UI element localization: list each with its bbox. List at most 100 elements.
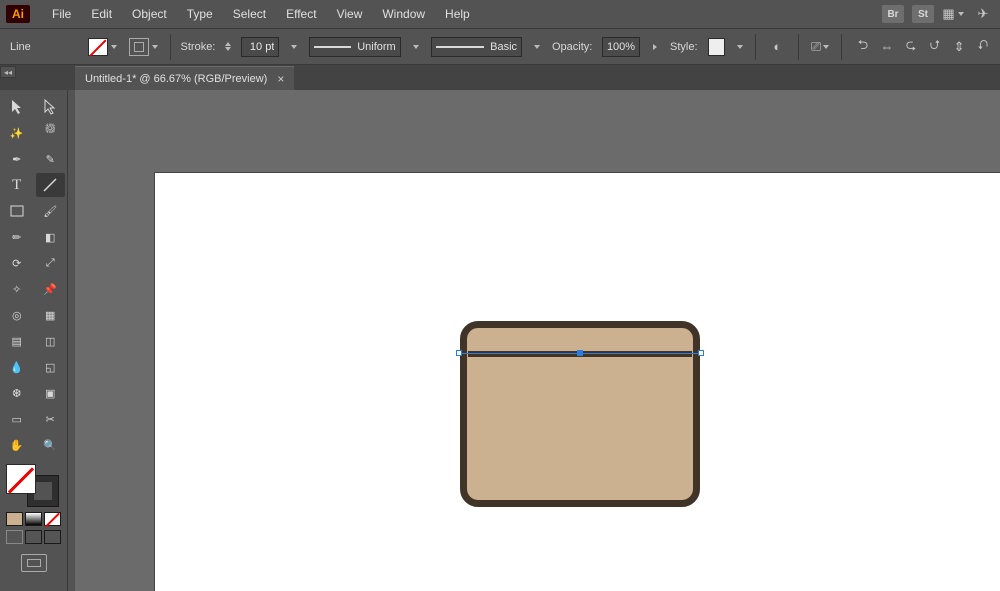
- mesh-tool[interactable]: ▤: [2, 329, 32, 353]
- opacity-dropdown[interactable]: [650, 38, 660, 56]
- selection-tool[interactable]: [2, 95, 32, 119]
- eyedropper-icon: 💧: [10, 361, 24, 374]
- color-mode-button[interactable]: [6, 512, 23, 526]
- selection-handle-center[interactable]: [577, 350, 583, 356]
- stock-button[interactable]: St: [912, 5, 934, 23]
- document-workspace[interactable]: [75, 90, 1000, 591]
- magic-wand-tool[interactable]: ✨: [2, 121, 32, 145]
- stroke-weight-dropdown[interactable]: [289, 38, 299, 56]
- screen-mode-button[interactable]: [21, 554, 47, 572]
- menu-view[interactable]: View: [327, 0, 373, 28]
- width-tool[interactable]: ✧: [2, 277, 32, 301]
- align-vcenter-button[interactable]: ⇕: [948, 36, 970, 58]
- pen-tool[interactable]: ✒: [2, 147, 32, 171]
- fill-stroke-control[interactable]: [6, 464, 58, 506]
- hand-icon: ✋: [10, 439, 24, 452]
- menu-select[interactable]: Select: [223, 0, 276, 28]
- opacity-label: Opacity:: [552, 41, 592, 53]
- rotate-tool[interactable]: ⟳: [2, 251, 32, 275]
- menu-edit[interactable]: Edit: [81, 0, 122, 28]
- blend-icon: ◱: [45, 361, 55, 374]
- rounded-rectangle-shape[interactable]: [460, 321, 700, 507]
- arrow-icon: [10, 99, 24, 115]
- line-icon: [42, 177, 58, 193]
- fill-control[interactable]: [88, 38, 119, 56]
- document-tab[interactable]: Untitled-1* @ 66.67% (RGB/Preview) ×: [75, 66, 294, 90]
- zoom-tool[interactable]: 🔍: [36, 433, 66, 457]
- shape-builder-tool[interactable]: ◎: [2, 303, 32, 327]
- menu-type[interactable]: Type: [177, 0, 223, 28]
- eraser-tool[interactable]: ◧: [36, 225, 66, 249]
- panel-collapse-handle[interactable]: ◂◂: [0, 66, 16, 78]
- fill-none-icon: [88, 38, 108, 56]
- blend-tool[interactable]: ◱: [36, 355, 66, 379]
- close-tab-button[interactable]: ×: [277, 72, 284, 86]
- draw-inside-button[interactable]: [44, 530, 61, 544]
- align-right-button[interactable]: ⮎: [900, 36, 922, 58]
- symbol-sprayer-tool[interactable]: ❆: [2, 381, 32, 405]
- type-tool[interactable]: T: [2, 173, 32, 197]
- align-icon: ⎚: [811, 39, 821, 55]
- draw-normal-button[interactable]: [6, 530, 23, 544]
- menu-help[interactable]: Help: [435, 0, 480, 28]
- align-left-button[interactable]: ⮌: [852, 36, 874, 58]
- menu-effect[interactable]: Effect: [276, 0, 326, 28]
- artboard[interactable]: [155, 173, 1000, 591]
- chevron-down-icon[interactable]: [532, 38, 542, 56]
- gradient-tool[interactable]: ◫: [36, 329, 66, 353]
- menu-file[interactable]: File: [42, 0, 81, 28]
- eyedropper-tool[interactable]: 💧: [2, 355, 32, 379]
- recolor-artwork-button[interactable]: ◐: [766, 36, 788, 58]
- chevron-down-icon[interactable]: [735, 38, 745, 56]
- draw-behind-button[interactable]: [25, 530, 42, 544]
- stroke-stepper[interactable]: [225, 42, 231, 51]
- scale-icon: ⤢: [46, 257, 55, 270]
- curvature-tool[interactable]: ✎: [36, 147, 66, 171]
- align-vcenter-icon: ⇕: [954, 39, 965, 55]
- control-bar: Line Stroke: Uniform Basic Opacity: 100%…: [0, 28, 1000, 65]
- direct-selection-tool[interactable]: [36, 95, 66, 119]
- lasso-tool[interactable]: 𑗊: [36, 121, 66, 145]
- zoom-icon: 🔍: [43, 439, 57, 452]
- artboard-tool[interactable]: ▭: [2, 407, 32, 431]
- arrow-outline-icon: [43, 99, 57, 115]
- chevron-down-icon[interactable]: [411, 38, 421, 56]
- selection-handle-left[interactable]: [456, 350, 462, 356]
- selection-handle-right[interactable]: [698, 350, 704, 356]
- slice-icon: ✂: [46, 413, 55, 426]
- none-mode-button[interactable]: [44, 512, 61, 526]
- align-top-button[interactable]: ⮍: [924, 36, 946, 58]
- opacity-input[interactable]: 100%: [602, 37, 640, 57]
- selected-line-segment[interactable]: [453, 350, 707, 356]
- line-icon: [436, 46, 485, 48]
- perspective-grid-tool[interactable]: ▦: [36, 303, 66, 327]
- stroke-weight-input[interactable]: [241, 37, 279, 57]
- chevron-down-icon: [150, 38, 160, 56]
- rectangle-tool[interactable]: [2, 199, 32, 223]
- bridge-button[interactable]: Br: [882, 5, 904, 23]
- fill-swatch[interactable]: [6, 464, 36, 494]
- shaper-tool[interactable]: ✏: [2, 225, 32, 249]
- slice-tool[interactable]: ✂: [36, 407, 66, 431]
- menu-object[interactable]: Object: [122, 0, 177, 28]
- align-bottom-button[interactable]: ⮏: [972, 36, 994, 58]
- align-to-button[interactable]: ⎚: [809, 36, 831, 58]
- variable-width-profile[interactable]: Uniform: [309, 37, 400, 57]
- free-transform-tool[interactable]: 📌: [36, 277, 66, 301]
- hand-tool[interactable]: ✋: [2, 433, 32, 457]
- gpu-preview-button[interactable]: ✈: [972, 3, 994, 25]
- stroke-align-control[interactable]: [129, 38, 160, 56]
- brush-definition[interactable]: Basic: [431, 37, 522, 57]
- brush-label: Basic: [490, 41, 517, 53]
- align-hcenter-button[interactable]: ⇔: [876, 36, 898, 58]
- graph-icon: ▣: [45, 387, 55, 400]
- menu-window[interactable]: Window: [372, 0, 435, 28]
- scale-tool[interactable]: ⤢: [36, 251, 66, 275]
- column-graph-tool[interactable]: ▣: [36, 381, 66, 405]
- pen-icon: ✒: [12, 153, 21, 166]
- gradient-mode-button[interactable]: [25, 512, 42, 526]
- graphic-style-swatch[interactable]: [708, 38, 726, 56]
- paintbrush-tool[interactable]: 🖌: [36, 199, 66, 223]
- line-segment-tool[interactable]: [36, 173, 66, 197]
- arrange-docs-button[interactable]: ▦: [942, 3, 964, 25]
